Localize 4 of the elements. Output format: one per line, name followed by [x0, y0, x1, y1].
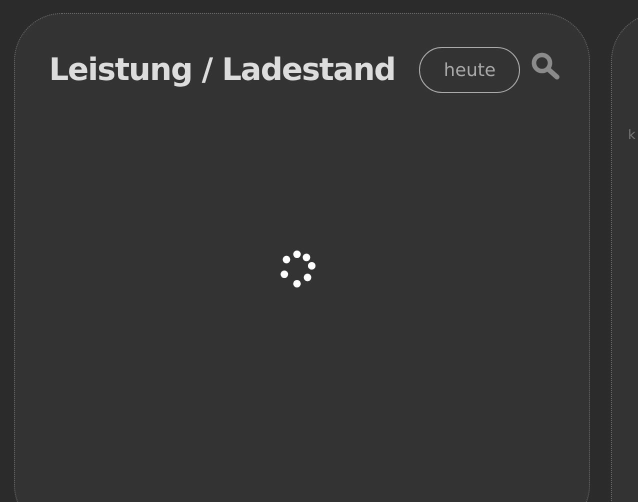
- search-icon[interactable]: [531, 52, 562, 80]
- unit-label: k: [628, 128, 636, 143]
- card-title: Leistung / Ladestand: [49, 52, 396, 88]
- period-button[interactable]: heute: [419, 47, 520, 93]
